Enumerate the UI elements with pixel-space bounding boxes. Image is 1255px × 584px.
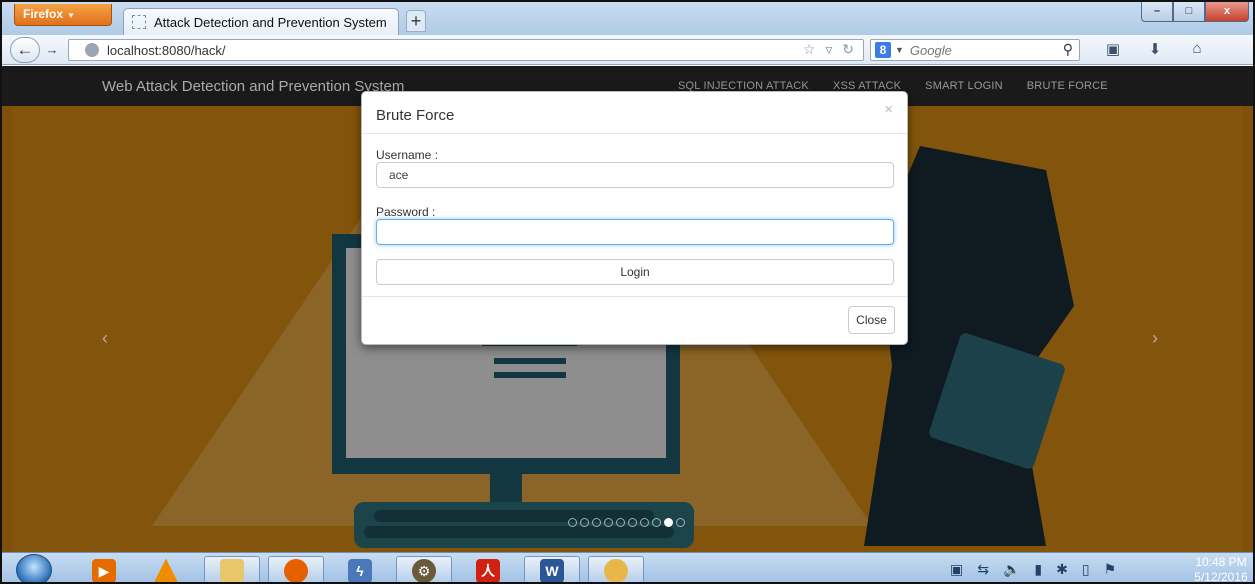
carousel-indicator-dot[interactable] (676, 518, 685, 527)
taskbar-settings[interactable]: ⚙ (396, 556, 452, 582)
carousel-indicator-dot[interactable] (592, 518, 601, 527)
username-label: Username : (376, 148, 439, 162)
site-identity-icon[interactable] (85, 43, 99, 57)
navigation-toolbar: ← → localhost:8080/hack/ ☆ ▿ ↻ 8 ▼ Googl… (2, 35, 1253, 65)
carousel-indicator-dot[interactable] (604, 518, 613, 527)
taskbar-firefox[interactable] (268, 556, 324, 582)
taskbar-acrobat-reader[interactable]: 人 (460, 556, 516, 582)
browser-window: Firefox ▼ Attack Detection and Prevention… (0, 0, 1255, 584)
title-bar: Firefox ▼ Attack Detection and Prevention… (2, 2, 1253, 35)
close-button[interactable]: Close (848, 306, 895, 334)
taskbar-file-explorer[interactable] (204, 556, 260, 582)
media-player-icon: ▶ (92, 558, 116, 582)
minimize-button[interactable]: – (1141, 2, 1173, 22)
toolbar-icons: ▣ ⬇ ⌂ (1102, 40, 1208, 58)
maximize-button[interactable]: □ (1173, 2, 1205, 22)
modal-header: Brute Force × (362, 92, 907, 134)
carousel-indicator-dot[interactable] (580, 518, 589, 527)
windows-taskbar: ▶ ϟ ⚙ 人 W ▣ ⇆ 🔈 ▮ ✱ ▯ ⚑ 10:48 PM 5/12/20… (2, 552, 1253, 584)
carousel-indicator-dot[interactable] (652, 518, 661, 527)
url-text: localhost:8080/hack/ (107, 42, 226, 58)
browser-tab[interactable]: Attack Detection and Prevention System (123, 8, 399, 35)
home-icon[interactable]: ⌂ (1186, 40, 1208, 58)
carousel-indicator-dot[interactable] (568, 518, 577, 527)
carousel-indicators (568, 518, 685, 527)
firefox-menu-label: Firefox (23, 7, 64, 21)
taskbar-flashget[interactable]: ϟ (332, 556, 388, 582)
taskbar-vlc[interactable] (138, 556, 194, 582)
clock-time: 10:48 PM (1195, 555, 1247, 569)
search-icon[interactable]: ⚲ (1063, 41, 1073, 58)
battery-icon[interactable]: ▯ (1082, 561, 1090, 578)
carousel-indicator-dot[interactable] (664, 518, 673, 527)
file-explorer-icon (220, 558, 244, 582)
word-icon: W (540, 558, 564, 582)
clock-date: 5/12/2016 (1194, 570, 1248, 584)
action-center-flag-icon[interactable]: ⚑ (1104, 561, 1117, 578)
network-icon[interactable]: ⇆ (977, 561, 989, 578)
carousel-indicator-dot[interactable] (628, 518, 637, 527)
search-placeholder: Google (909, 42, 952, 58)
firefox-menu-button[interactable]: Firefox ▼ (14, 4, 112, 26)
search-engine-icon[interactable]: 8 (875, 42, 891, 58)
bluetooth-icon[interactable]: ✱ (1056, 561, 1068, 578)
system-tray: ▣ ⇆ 🔈 ▮ ✱ ▯ ⚑ (950, 561, 1116, 578)
new-tab-button[interactable]: + (406, 10, 426, 32)
address-bar[interactable]: localhost:8080/hack/ ☆ ▿ ↻ (68, 39, 864, 61)
modal-title: Brute Force (376, 107, 455, 124)
brute-force-modal: Brute Force × Username : Password : Logi… (361, 91, 908, 345)
carousel-next-icon[interactable]: › (1152, 328, 1158, 349)
system-clock[interactable]: 10:48 PM 5/12/2016 (1192, 555, 1250, 584)
volume-icon[interactable]: 🔈 (1003, 561, 1020, 578)
chevron-down-icon[interactable]: ▼ (895, 45, 904, 55)
carousel-indicator-dot[interactable] (640, 518, 649, 527)
nav-link-smart-login[interactable]: SMART LOGIN (925, 80, 1003, 92)
download-icon[interactable]: ⬇ (1144, 40, 1166, 58)
start-button[interactable] (16, 554, 52, 582)
signal-icon[interactable]: ▮ (1034, 561, 1042, 578)
back-button[interactable]: ← (10, 37, 40, 63)
taskbar-word[interactable]: W (524, 556, 580, 582)
chevron-down-icon: ▼ (67, 11, 75, 20)
settings-gear-icon: ⚙ (412, 558, 436, 582)
close-icon[interactable]: × (884, 101, 893, 118)
firefox-icon (284, 558, 308, 582)
window-controls: – □ x (1141, 2, 1249, 22)
flashget-icon: ϟ (348, 558, 372, 582)
password-field[interactable] (376, 219, 894, 245)
nav-link-brute-force[interactable]: BRUTE FORCE (1027, 80, 1108, 92)
taskbar-media-player[interactable]: ▶ (76, 556, 132, 582)
username-field[interactable] (376, 162, 894, 188)
close-window-button[interactable]: x (1205, 2, 1249, 22)
login-button[interactable]: Login (376, 259, 894, 285)
acrobat-reader-icon: 人 (476, 558, 500, 582)
tray-app-icon[interactable]: ▣ (950, 561, 963, 578)
modal-footer-divider (362, 296, 907, 297)
taskbar-paint[interactable] (588, 556, 644, 582)
forward-button[interactable]: → (42, 40, 62, 60)
site-brand[interactable]: Web Attack Detection and Prevention Syst… (102, 78, 404, 95)
carousel-prev-icon[interactable]: ‹ (102, 328, 108, 349)
web-page: Web Attack Detection and Prevention Syst… (2, 66, 1253, 552)
vlc-icon (154, 558, 178, 582)
password-label: Password : (376, 205, 436, 219)
bookmarks-menu-icon[interactable]: ▣ (1102, 40, 1124, 58)
tab-title: Attack Detection and Prevention System (154, 14, 387, 30)
carousel-indicator-dot[interactable] (616, 518, 625, 527)
search-bar[interactable]: 8 ▼ Google ⚲ (870, 39, 1080, 61)
bookmark-star-icon[interactable]: ☆ ▿ ↻ (803, 41, 857, 58)
paint-icon (604, 558, 628, 582)
favicon-icon (132, 15, 146, 29)
